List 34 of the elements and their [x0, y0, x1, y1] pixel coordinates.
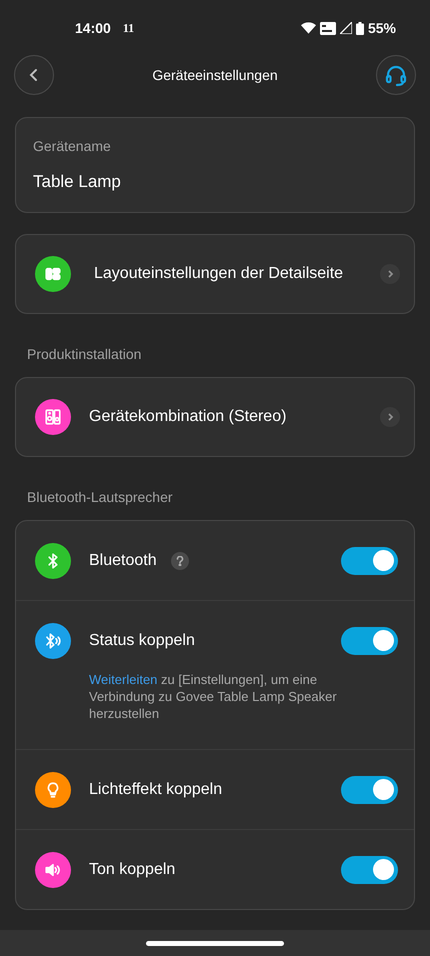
field-label: Gerätename — [33, 137, 112, 156]
vowifi-icon — [320, 22, 336, 34]
row-label: Layouteinstellungen der Detailseite — [94, 264, 344, 284]
battery-level: 55% — [368, 18, 396, 38]
toggle-switch[interactable] — [341, 776, 398, 804]
section-title: Bluetooth-Lautsprecher — [27, 488, 174, 507]
row-label: Status koppeln — [89, 630, 195, 650]
forward-link[interactable]: Weiterleiten — [89, 672, 158, 687]
settings-row[interactable]: Gerätekombination (Stereo) — [16, 378, 414, 456]
chevron-icon — [380, 407, 400, 427]
row-label: Lichteffekt koppeln — [89, 780, 222, 800]
notification-text: 11 — [122, 20, 134, 37]
home-indicator[interactable] — [146, 940, 284, 946]
status-time: 14:00 — [75, 18, 111, 38]
headset-button[interactable] — [376, 55, 416, 95]
layout-settings-row[interactable]: Layouteinstellungen der Detailseite — [15, 234, 415, 314]
headset-icon — [384, 63, 408, 87]
wifi-icon — [300, 22, 316, 34]
row-label: Gerätekombination (Stereo) — [89, 407, 288, 427]
chevron-icon — [380, 264, 400, 284]
signal-icon — [340, 22, 352, 34]
device-name-card[interactable]: Gerätename Table Lamp — [15, 117, 415, 213]
toggle-switch[interactable] — [341, 856, 398, 884]
device-name-value: Table Lamp — [33, 171, 122, 193]
section-title: Produktinstallation — [27, 345, 142, 364]
row-label: Ton koppeln — [89, 860, 176, 880]
back-button[interactable] — [14, 55, 54, 95]
battery-icon — [356, 22, 364, 34]
row-label: Bluetooth — [89, 550, 157, 570]
help-icon[interactable] — [170, 552, 189, 570]
note-text: Weiterleiten zu [Einstellungen], um eine Verbindung zu Govee Table Lamp Speaker herzustellen — [89, 671, 338, 722]
toggle-switch[interactable] — [341, 626, 398, 654]
toggle-switch[interactable] — [341, 546, 398, 574]
page-title: Geräteeinstellungen — [152, 66, 278, 85]
